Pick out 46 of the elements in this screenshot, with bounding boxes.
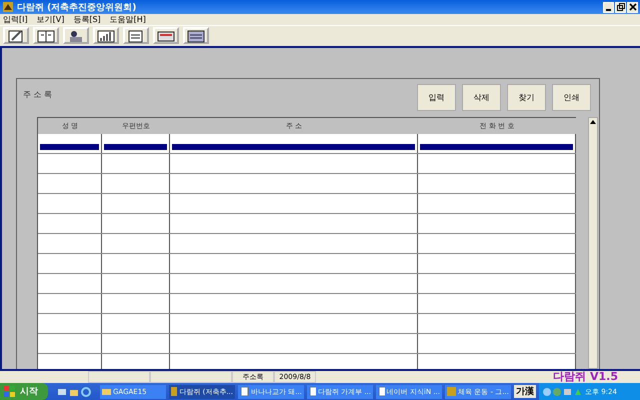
menu-item[interactable]: 입력[I] — [3, 14, 28, 25]
panel-title: 주 소 록 — [23, 89, 52, 101]
toolbar-button[interactable] — [153, 27, 179, 44]
menu-item[interactable]: 보기[V] — [36, 14, 64, 25]
action-button[interactable]: 삭제 — [462, 84, 501, 111]
window-title: 다람쥐 (저축추진중앙위원회) — [17, 2, 138, 14]
document-icon — [309, 387, 316, 396]
close-icon — [628, 3, 636, 11]
toolbar-button[interactable] — [93, 27, 119, 44]
windows-logo-icon — [4, 386, 16, 398]
calculator-icon — [186, 28, 206, 42]
table-cell[interactable] — [418, 134, 576, 153]
toolbar-button[interactable] — [33, 27, 59, 44]
table-cell[interactable] — [102, 134, 170, 153]
document-icon — [378, 387, 385, 396]
toolbar-button[interactable] — [183, 27, 209, 44]
action-button[interactable]: 인쇄 — [552, 84, 591, 111]
toolbar-button[interactable] — [3, 27, 29, 44]
table-row[interactable] — [38, 134, 576, 154]
action-button[interactable]: 찾기 — [507, 84, 546, 111]
folder-icon — [102, 387, 111, 396]
keyboard-icon — [156, 28, 176, 42]
menu-item[interactable]: 등록[S] — [73, 14, 101, 25]
tray-icons[interactable] — [542, 386, 582, 396]
selection-bar — [40, 144, 99, 150]
book-icon — [36, 28, 56, 42]
browser-icon[interactable] — [81, 386, 91, 396]
input-method-indicator[interactable]: 가漢 — [514, 385, 536, 398]
minimize-button[interactable] — [603, 2, 614, 12]
close-button[interactable] — [627, 2, 638, 12]
scroll-up-icon — [589, 118, 597, 126]
restore-icon — [616, 3, 624, 11]
restore-button[interactable] — [615, 2, 626, 12]
document-icon — [240, 387, 249, 396]
version-label: 다람쥐 V1.5 — [553, 371, 618, 383]
desktop-icon[interactable] — [57, 386, 67, 396]
action-button[interactable]: 입력 — [417, 84, 456, 111]
toolbar-button[interactable] — [63, 27, 89, 44]
toolbar-button[interactable] — [123, 27, 149, 44]
table-cell[interactable] — [38, 134, 102, 153]
menu-item[interactable]: 도움말[H] — [110, 14, 146, 25]
scrollbar[interactable] — [588, 117, 598, 369]
chart-icon — [96, 28, 116, 42]
start-button[interactable]: 시작 — [0, 383, 48, 400]
table-cell[interactable] — [170, 134, 418, 153]
selection-bar — [104, 144, 167, 150]
